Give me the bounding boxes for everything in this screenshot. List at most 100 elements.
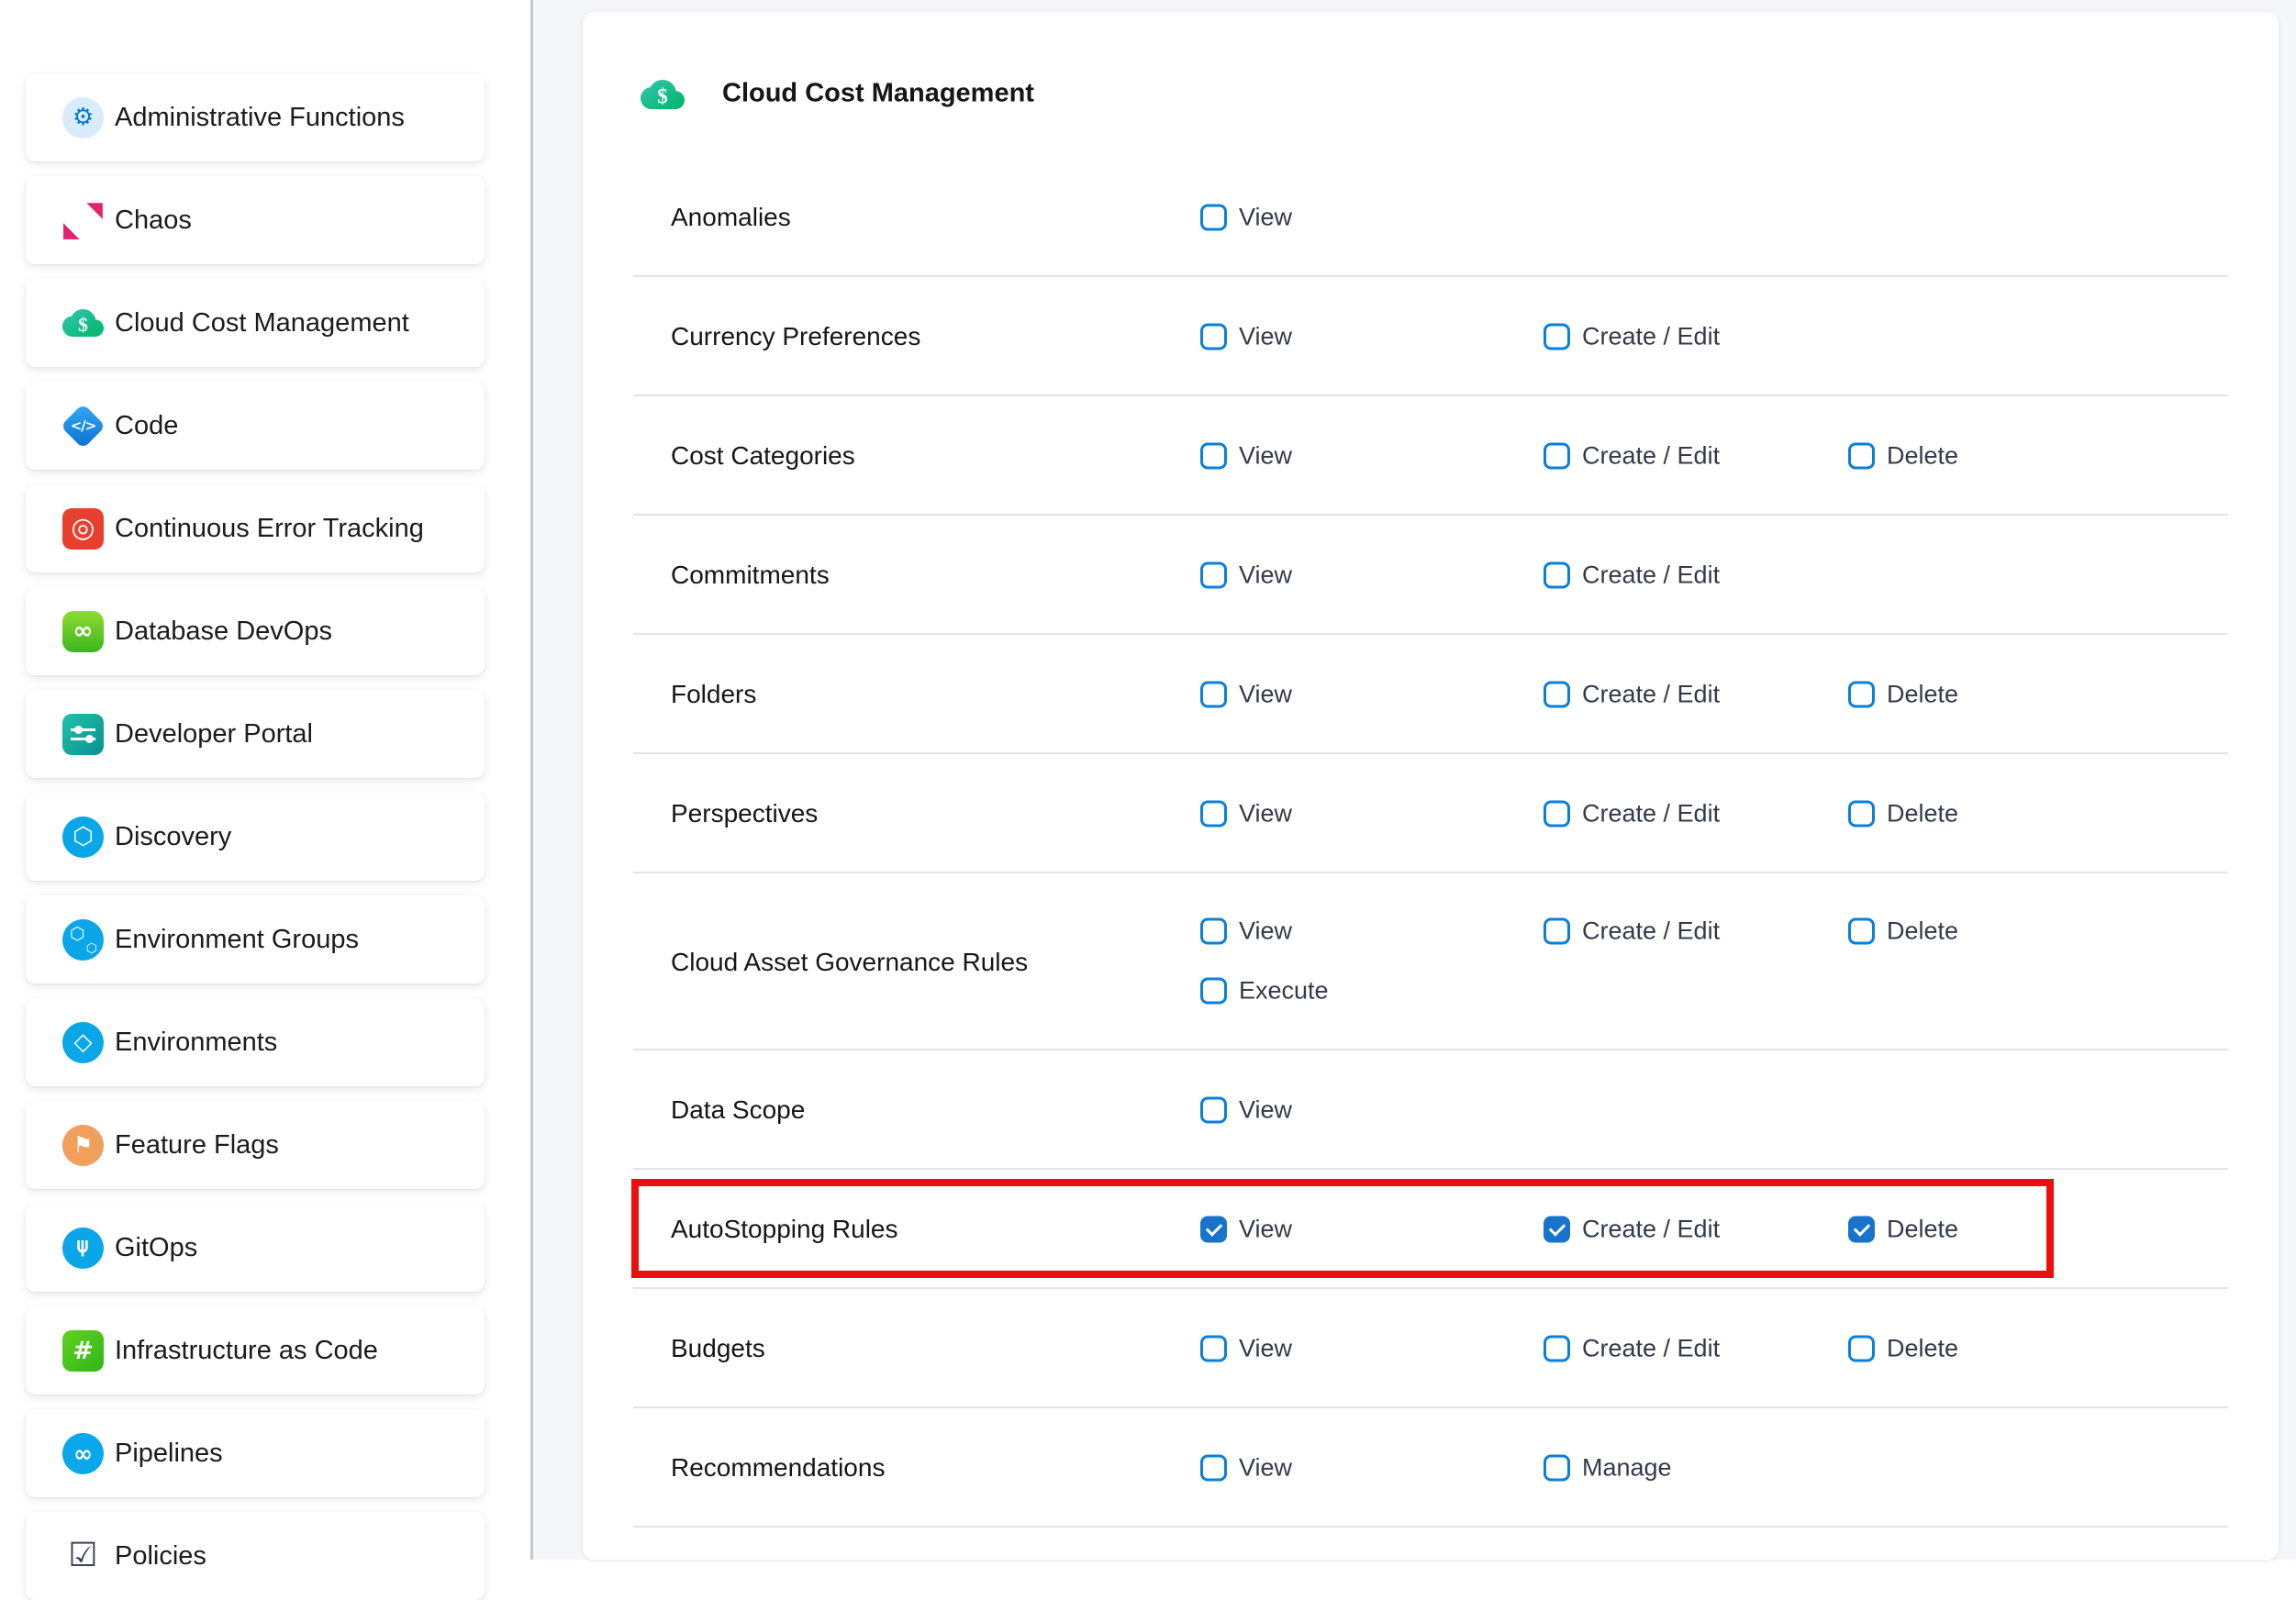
view-checkbox[interactable] <box>1200 324 1227 350</box>
permission-label: Create / Edit <box>1582 1335 1720 1363</box>
permission-label: Delete <box>1887 800 1958 828</box>
sidebar-item-label: Database DevOps <box>115 617 332 647</box>
sidebar-item-label: Pipelines <box>115 1439 223 1469</box>
sidebar-item-label: Environment Groups <box>115 925 359 955</box>
hexagon-group-icon <box>62 919 104 961</box>
sidebar-item-environments[interactable]: Environments <box>26 998 485 1086</box>
create-edit-checkbox[interactable] <box>1544 1217 1570 1243</box>
sidebar-item-label: Policies <box>115 1541 206 1572</box>
resource-label: AutoStopping Rules <box>671 1215 898 1244</box>
sidebar-item-continuous-error-tracking[interactable]: Continuous Error Tracking <box>26 484 485 572</box>
section-title: Cloud Cost Management <box>722 79 1034 109</box>
permission-label: Create / Edit <box>1582 323 1720 351</box>
view-checkbox[interactable] <box>1200 443 1227 470</box>
permission-label: View <box>1239 917 1292 946</box>
resource-label: Currency Preferences <box>671 322 920 351</box>
delete-checkbox[interactable] <box>1848 1217 1875 1243</box>
manage-checkbox[interactable] <box>1544 1455 1570 1482</box>
resource-label: Cloud Asset Governance Rules <box>671 948 1028 977</box>
permission-label: Manage <box>1582 1454 1672 1483</box>
view-checkbox[interactable] <box>1200 1455 1227 1482</box>
view-checkbox[interactable] <box>1200 918 1227 945</box>
view-checkbox[interactable] <box>1200 801 1227 828</box>
row-commitments: Commitments View Create / Edit <box>583 516 2279 635</box>
row-cloud-asset-governance-rules: Cloud Asset Governance Rules View Create… <box>583 873 2279 1050</box>
sidebar-item-code[interactable]: Code <box>26 382 485 470</box>
delete-checkbox[interactable] <box>1848 801 1875 828</box>
resource-label: Perspectives <box>671 799 818 828</box>
permission-label: Delete <box>1887 1335 1958 1363</box>
create-edit-checkbox[interactable] <box>1544 562 1570 589</box>
iac-grid-icon <box>62 1330 104 1372</box>
sidebar-item-database-devops[interactable]: Database DevOps <box>26 587 485 675</box>
permission-label: Create / Edit <box>1582 917 1720 946</box>
sliders-icon <box>62 714 104 755</box>
create-edit-checkbox[interactable] <box>1544 324 1570 350</box>
sidebar-item-label: Infrastructure as Code <box>115 1336 378 1366</box>
permission-label: View <box>1239 800 1292 828</box>
view-checkbox[interactable] <box>1200 682 1227 708</box>
hexagon-search-icon <box>62 817 104 858</box>
resource-label: Commitments <box>671 561 830 590</box>
permission-label: View <box>1239 1454 1292 1483</box>
create-edit-checkbox[interactable] <box>1544 682 1570 708</box>
permission-label: View <box>1239 442 1292 471</box>
policy-check-icon <box>62 1536 104 1577</box>
view-checkbox[interactable] <box>1200 1336 1227 1362</box>
execute-checkbox[interactable] <box>1200 978 1227 1005</box>
sidebar-item-infrastructure-as-code[interactable]: Infrastructure as Code <box>26 1306 485 1394</box>
create-edit-checkbox[interactable] <box>1544 1336 1570 1362</box>
sidebar-item-cloud-cost-management[interactable]: $ Cloud Cost Management <box>26 279 485 367</box>
view-checkbox[interactable] <box>1200 1097 1227 1124</box>
gear-icon <box>62 97 104 139</box>
row-cost-categories: Cost Categories View Create / Edit Delet… <box>583 396 2279 516</box>
delete-checkbox[interactable] <box>1848 443 1875 470</box>
sidebar-item-policies[interactable]: Policies <box>26 1512 485 1600</box>
permission-label: View <box>1239 204 1292 232</box>
permission-label: View <box>1239 1216 1292 1244</box>
sidebar-item-label: Discovery <box>115 822 231 852</box>
cube-icon <box>62 1022 104 1063</box>
row-budgets: Budgets View Create / Edit Delete <box>583 1289 2279 1408</box>
delete-checkbox[interactable] <box>1848 918 1875 945</box>
module-sidebar: Administrative Functions Chaos $ Cloud C… <box>0 0 530 1560</box>
permission-label: Delete <box>1887 917 1958 946</box>
sidebar-item-developer-portal[interactable]: Developer Portal <box>26 690 485 778</box>
sidebar-item-pipelines[interactable]: Pipelines <box>26 1409 485 1497</box>
create-edit-checkbox[interactable] <box>1544 443 1570 470</box>
sidebar-item-label: Code <box>115 411 178 441</box>
permission-label: View <box>1239 323 1292 351</box>
view-checkbox[interactable] <box>1200 562 1227 589</box>
create-edit-checkbox[interactable] <box>1544 918 1570 945</box>
permission-label: Delete <box>1887 442 1958 471</box>
delete-checkbox[interactable] <box>1848 1336 1875 1362</box>
sidebar-item-administrative-functions[interactable]: Administrative Functions <box>26 73 485 161</box>
sidebar-item-label: Chaos <box>115 206 192 236</box>
permission-label: Create / Edit <box>1582 561 1720 590</box>
sidebar-item-label: GitOps <box>115 1233 197 1263</box>
sidebar-item-discovery[interactable]: Discovery <box>26 793 485 881</box>
row-anomalies: Anomalies View <box>583 158 2279 277</box>
sidebar-item-label: Administrative Functions <box>115 103 405 133</box>
view-checkbox[interactable] <box>1200 205 1227 231</box>
view-checkbox[interactable] <box>1200 1217 1227 1243</box>
permission-label: Create / Edit <box>1582 442 1720 471</box>
sidebar-item-feature-flags[interactable]: Feature Flags <box>26 1101 485 1189</box>
sidebar-item-environment-groups[interactable]: Environment Groups <box>26 895 485 983</box>
create-edit-checkbox[interactable] <box>1544 801 1570 828</box>
row-autostopping-rules: AutoStopping Rules View Create / Edit De… <box>583 1170 2279 1289</box>
flag-icon <box>62 1125 104 1166</box>
delete-checkbox[interactable] <box>1848 682 1875 708</box>
sidebar-item-gitops[interactable]: GitOps <box>26 1204 485 1292</box>
sidebar-item-label: Feature Flags <box>115 1130 279 1161</box>
row-perspectives: Perspectives View Create / Edit Delete <box>583 754 2279 873</box>
sidebar-item-label: Developer Portal <box>115 719 313 750</box>
sidebar-item-chaos[interactable]: Chaos <box>26 176 485 264</box>
permission-label: View <box>1239 1335 1292 1363</box>
panel-divider <box>530 0 533 1560</box>
row-recommendations: Recommendations View Manage <box>583 1408 2279 1528</box>
svg-text:$: $ <box>657 85 668 108</box>
error-target-icon <box>62 508 104 550</box>
resource-label: Budgets <box>671 1334 765 1363</box>
permissions-table: Anomalies View Currency Preferences View… <box>583 158 2279 1528</box>
